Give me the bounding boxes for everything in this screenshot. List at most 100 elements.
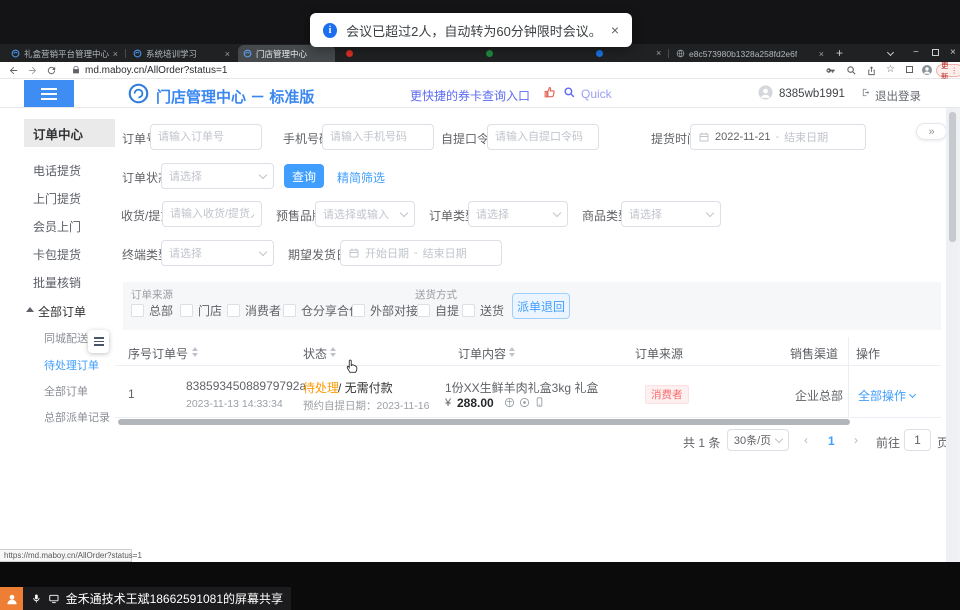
browser-update-button[interactable]: 更新 ⋮ <box>936 64 960 77</box>
toast-close-icon[interactable]: × <box>611 22 619 38</box>
checkbox-delivery[interactable]: 送货 <box>462 302 504 319</box>
sidebar-item-card-pickup[interactable]: 卡包提货 <box>33 246 81 263</box>
share-icon[interactable] <box>866 65 877 76</box>
logout-icon[interactable] <box>861 87 872 98</box>
col-action: 操作 <box>856 345 880 362</box>
screen: 礼盒营销平台管理中心 × 系统培训学习 × 门店管理中心 × e8c573980… <box>0 0 960 610</box>
window-close-button[interactable]: × <box>950 48 956 58</box>
chevron-down-icon <box>909 391 916 398</box>
order-type-select[interactable]: 请选择 <box>468 201 568 227</box>
col-order-no[interactable]: 订单号 <box>152 345 188 362</box>
sidebar-subitem-all-orders[interactable]: 全部订单 <box>44 383 88 399</box>
goods-type-select[interactable]: 请选择 <box>621 201 721 227</box>
terminal-type-select[interactable]: 请选择 <box>161 240 274 266</box>
tab-close-icon[interactable]: × <box>113 49 118 59</box>
col-content[interactable]: 订单内容 <box>458 345 506 362</box>
pickup-time-range-picker[interactable]: 2022-11-21 - 结束日期 <box>690 124 866 150</box>
start-date-placeholder: 开始日期 <box>365 245 409 261</box>
goto-label: 前往 <box>876 434 900 451</box>
sidebar-item-member-visit[interactable]: 会员上门 <box>33 218 81 235</box>
filter-collapse-button[interactable]: » <box>916 123 947 140</box>
select-placeholder: 请选择 <box>169 168 256 184</box>
quick-search-icon[interactable] <box>563 86 576 99</box>
quick-card-entry-link[interactable]: 更快捷的券卡查询入口 <box>410 87 530 104</box>
presale-brand-select[interactable]: 请选择或输入 <box>315 201 415 227</box>
reload-icon[interactable] <box>46 65 57 76</box>
url-text[interactable]: md.maboy.cn/AllOrder?status=1 <box>85 65 227 76</box>
tab-search-chevron-icon[interactable] <box>887 49 894 56</box>
hidden-tab-favicon-icon[interactable] <box>596 50 603 57</box>
browser-menu-icon: ⋮ <box>951 66 959 75</box>
cell-order-no: 83859345088979792a <box>186 379 306 393</box>
checkbox-external[interactable]: 外部对接 <box>352 302 418 319</box>
goto-page-input[interactable] <box>904 429 931 451</box>
receiver-input[interactable] <box>162 201 262 227</box>
all-actions-dropdown[interactable]: 全部操作 <box>858 387 915 404</box>
back-icon[interactable] <box>8 65 19 76</box>
delivery-method-group-label: 送货方式 <box>415 287 457 302</box>
checkbox-hq[interactable]: 总部 <box>131 302 173 319</box>
checkbox-store[interactable]: 门店 <box>180 302 222 319</box>
prev-page-icon[interactable]: ‹ <box>804 433 808 447</box>
checkbox-self-pickup[interactable]: 自提 <box>417 302 459 319</box>
tab-close-icon[interactable]: × <box>225 49 230 59</box>
sidebar-item-phone-pickup[interactable]: 电话提货 <box>33 162 81 179</box>
vertical-scrollbar-track[interactable] <box>946 108 958 562</box>
sidebar-subitem-pending-orders[interactable]: 待处理订单 <box>44 357 99 373</box>
hidden-tab-favicon-icon[interactable] <box>346 50 353 57</box>
sidebar-item-batch-verify[interactable]: 批量核销 <box>33 274 81 291</box>
col-status[interactable]: 状态 <box>303 345 327 362</box>
tab-close-icon[interactable]: × <box>656 48 661 58</box>
page-size-value: 30条/页 <box>734 432 771 448</box>
sidebar-section-order-center: 订单中心 <box>24 119 115 147</box>
page-size-select[interactable]: 30条/页 <box>727 429 789 451</box>
order-source-panel: 订单来源 送货方式 总部 门店 消费者 仓分享合作 外部对接 自提 送货 派单退… <box>123 282 941 330</box>
next-page-icon[interactable]: › <box>854 433 858 447</box>
bookmark-star-icon[interactable]: ☆ <box>886 64 895 75</box>
quick-label[interactable]: Quick <box>581 87 612 101</box>
sidebar-collapse-handle[interactable] <box>88 330 109 353</box>
split-screen-icon[interactable] <box>906 66 913 73</box>
horizontal-scrollbar[interactable] <box>118 419 850 425</box>
tab-close-icon[interactable]: × <box>819 49 824 59</box>
checkbox-warehouse-share[interactable]: 仓分享合作 <box>283 302 361 319</box>
simple-filter-link[interactable]: 精简筛选 <box>337 169 385 186</box>
pickup-code-input[interactable] <box>487 124 599 150</box>
expected-ship-date-range-picker[interactable]: 开始日期 - 结束日期 <box>340 240 502 266</box>
tab-title: e8c573980b1328a258fd2e6f <box>689 49 797 59</box>
sort-icon[interactable] <box>192 347 198 357</box>
window-minimize-button[interactable]: − <box>913 48 919 58</box>
browser-tab-3-active[interactable]: 门店管理中心 <box>238 45 335 62</box>
browser-tab-4[interactable]: e8c573980b1328a258fd2e6f × <box>671 45 829 62</box>
browser-tab-1[interactable]: 礼盒营销平台管理中心 × <box>6 45 123 62</box>
vertical-scrollbar-thumb[interactable] <box>949 112 956 242</box>
forward-icon[interactable] <box>27 65 38 76</box>
window-maximize-button[interactable] <box>932 49 939 56</box>
expand-triangle-icon[interactable] <box>26 307 34 312</box>
new-tab-button[interactable]: + <box>836 48 843 58</box>
user-avatar-icon <box>757 84 774 101</box>
password-key-icon[interactable] <box>825 65 836 76</box>
dispatch-return-button[interactable]: 派单退回 <box>512 293 570 319</box>
order-no-input[interactable] <box>150 124 262 150</box>
phone-input[interactable] <box>322 124 434 150</box>
sidebar-subitem-hq-dispatch[interactable]: 总部派单记录 <box>44 409 110 425</box>
sort-icon[interactable] <box>509 347 515 357</box>
hidden-tab-favicon-icon[interactable] <box>486 50 493 57</box>
search-button[interactable]: 查询 <box>284 164 324 188</box>
zoom-icon[interactable] <box>846 65 857 76</box>
sidebar-group-all-orders[interactable]: 全部订单 <box>38 303 86 320</box>
browser-tab-2[interactable]: 系统培训学习 × <box>128 45 235 62</box>
order-status-select[interactable]: 请选择 <box>161 163 274 189</box>
sidebar-item-door-pickup[interactable]: 上门提货 <box>33 190 81 207</box>
profile-avatar-icon[interactable] <box>921 64 933 76</box>
lock-icon[interactable] <box>71 65 81 75</box>
sidebar-toggle-button[interactable] <box>24 80 74 107</box>
checkbox-consumer[interactable]: 消费者 <box>227 302 281 319</box>
checkbox-label: 外部对接 <box>370 302 418 319</box>
sort-icon[interactable] <box>330 347 336 357</box>
calendar-icon <box>348 247 360 259</box>
checkbox-icon <box>227 304 240 317</box>
logout-button[interactable]: 退出登录 <box>875 88 921 104</box>
current-page[interactable]: 1 <box>828 434 835 448</box>
